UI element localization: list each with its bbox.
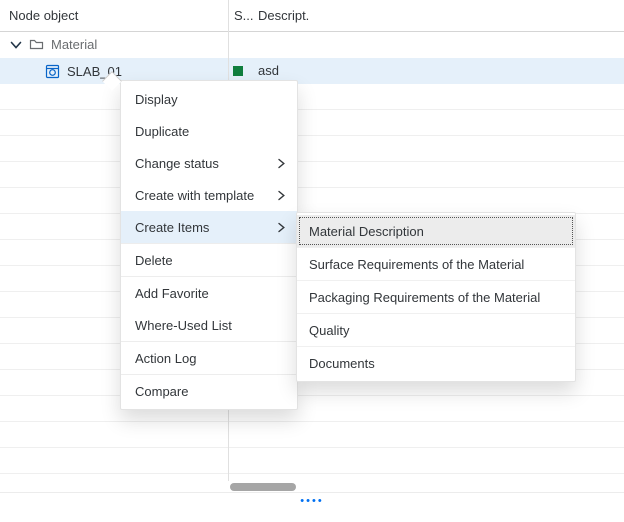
submenu-item-quality[interactable]: Quality [297, 314, 575, 346]
menu-item-where-used-list[interactable]: Where-Used List [121, 309, 297, 341]
table-footer: •••• [0, 492, 624, 522]
table-row-material[interactable]: Material [0, 31, 624, 59]
table-header: Node object S... Descript. [0, 0, 624, 32]
growing-indicator[interactable]: •••• [300, 495, 323, 507]
menu-item-change-status[interactable]: Change status [121, 147, 297, 179]
menu-item-create-with-template[interactable]: Create with template [121, 179, 297, 211]
create-items-submenu: Material Description Surface Requirement… [296, 212, 576, 382]
menu-item-label: Add Favorite [135, 286, 209, 301]
submenu-item-documents[interactable]: Documents [297, 347, 575, 379]
menu-item-action-log[interactable]: Action Log [121, 342, 297, 374]
menu-item-label: Where-Used List [135, 318, 232, 333]
product-icon [45, 64, 60, 79]
menu-item-duplicate[interactable]: Duplicate [121, 115, 297, 147]
menu-item-label: Change status [135, 156, 219, 171]
menu-item-label: Material Description [309, 224, 424, 239]
chevron-right-icon [278, 222, 285, 233]
menu-item-label: Action Log [135, 351, 196, 366]
chevron-right-icon [278, 190, 285, 201]
column-header-status[interactable]: S... [234, 0, 254, 31]
menu-item-delete[interactable]: Delete [121, 244, 297, 276]
collapse-chevron-icon[interactable] [10, 41, 22, 49]
menu-item-create-items[interactable]: Create Items [121, 211, 297, 243]
menu-item-label: Create with template [135, 188, 254, 203]
menu-item-label: Create Items [135, 220, 209, 235]
menu-item-add-favorite[interactable]: Add Favorite [121, 277, 297, 309]
context-menu: Display Duplicate Change status Create w… [120, 80, 298, 410]
menu-item-label: Display [135, 92, 178, 107]
menu-item-label: Duplicate [135, 124, 189, 139]
submenu-item-surface-requirements[interactable]: Surface Requirements of the Material [297, 248, 575, 280]
menu-item-label: Compare [135, 384, 188, 399]
submenu-item-material-description[interactable]: Material Description [297, 215, 575, 247]
tree-table-page: Node object S... Descript. Material SLAB… [0, 0, 624, 522]
menu-item-label: Packaging Requirements of the Material [309, 290, 540, 305]
group-row-label: Material [51, 37, 97, 52]
menu-item-label: Quality [309, 323, 349, 338]
menu-item-label: Documents [309, 356, 375, 371]
status-green-square-icon [233, 66, 243, 76]
menu-item-label: Delete [135, 253, 173, 268]
menu-item-display[interactable]: Display [121, 83, 297, 115]
menu-item-compare[interactable]: Compare [121, 375, 297, 407]
table-row-slab01[interactable]: SLAB_01 asd [0, 58, 624, 84]
horizontal-scrollbar-thumb[interactable] [230, 483, 296, 491]
chevron-right-icon [278, 158, 285, 169]
column-header-node-object[interactable]: Node object [9, 0, 78, 31]
column-header-description[interactable]: Descript. [258, 0, 309, 31]
submenu-item-packaging-requirements[interactable]: Packaging Requirements of the Material [297, 281, 575, 313]
material-folder-icon [29, 38, 44, 51]
menu-item-label: Surface Requirements of the Material [309, 257, 524, 272]
